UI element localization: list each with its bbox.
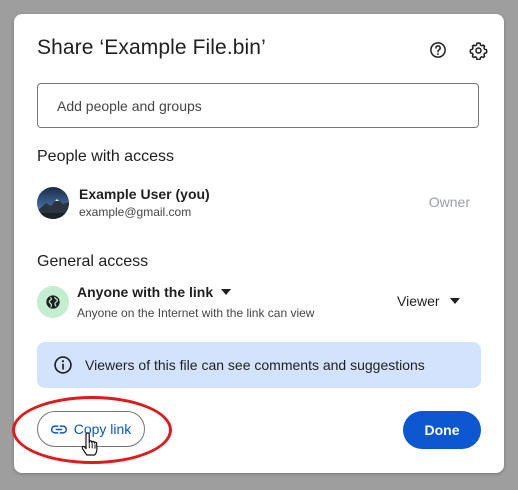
user-name: Example User (you) [79,186,210,202]
general-access-heading: General access [37,253,149,270]
dropdown-arrow-icon [221,289,232,295]
info-banner-text: Viewers of this file can see comments an… [85,357,425,373]
gear-icon[interactable] [468,40,488,60]
role-value: Viewer [397,293,440,309]
owner-role-label: Owner [428,194,470,210]
user-email: example@gmail.com [79,205,192,219]
copy-link-button[interactable]: Copy link [37,411,145,447]
link-icon [50,424,67,434]
general-access-value: Anyone with the link [77,284,214,300]
dropdown-arrow-icon [449,298,460,304]
role-dropdown[interactable]: Viewer [397,293,460,309]
copy-link-label: Copy link [73,421,132,437]
add-people-input[interactable] [37,83,479,128]
help-icon[interactable] [428,40,448,60]
people-with-access-heading: People with access [37,148,174,165]
general-access-dropdown[interactable]: Anyone with the link [77,284,232,300]
info-banner: Viewers of this file can see comments an… [37,342,481,388]
info-icon [54,356,72,374]
done-button[interactable]: Done [403,411,481,449]
general-access-description: Anyone on the Internet with the link can… [77,306,315,320]
globe-icon [37,286,69,318]
share-dialog: Share ‘Example File.bin’ People with acc… [14,14,504,473]
dialog-title: Share ‘Example File.bin’ [37,36,266,59]
avatar [37,187,69,219]
